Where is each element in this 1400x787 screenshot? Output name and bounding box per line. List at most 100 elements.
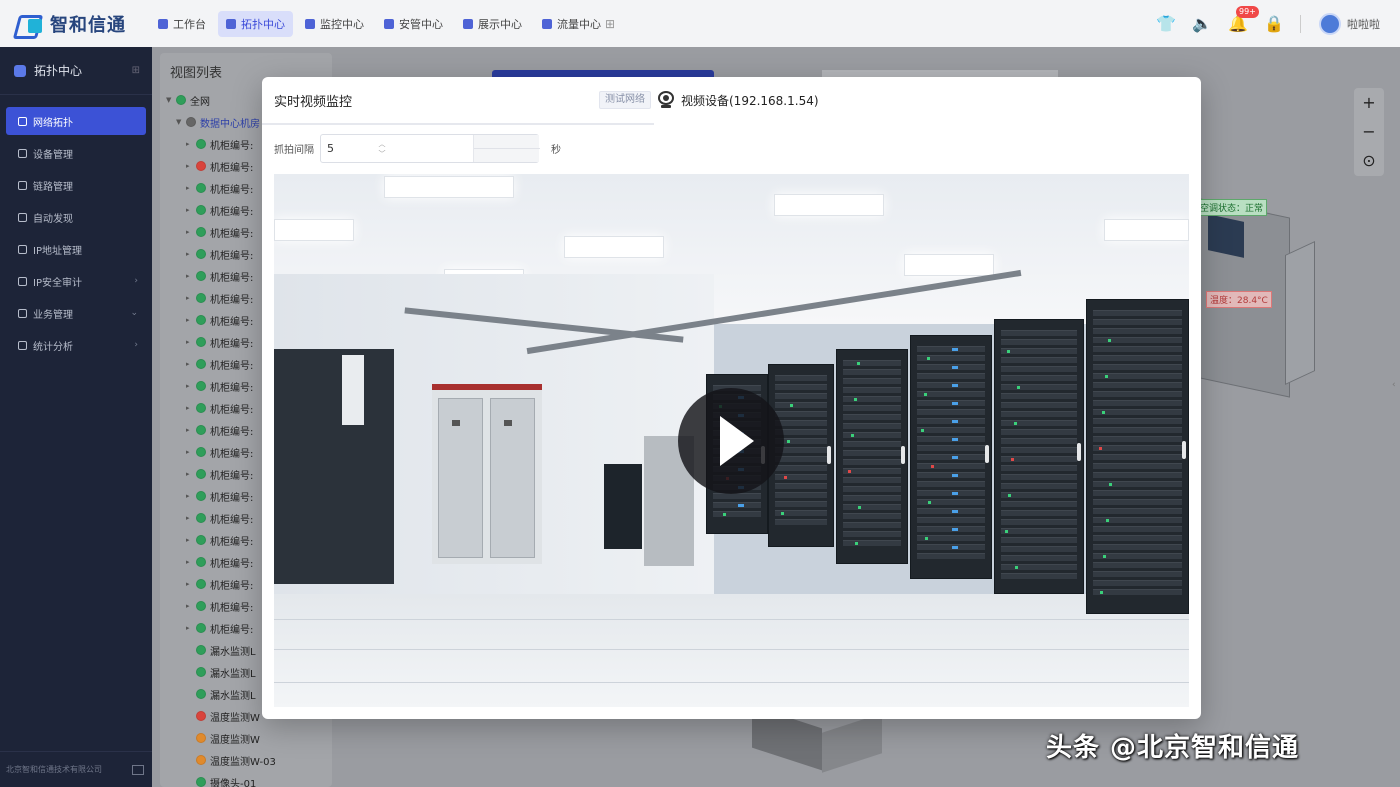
caret-right-icon[interactable]: ▸ xyxy=(186,602,196,610)
stepper-arrows[interactable]: ︿ ﹀ xyxy=(373,136,391,162)
status-dot xyxy=(196,271,206,281)
bell-icon[interactable]: 🔔 99+ xyxy=(1228,6,1259,33)
caret-right-icon[interactable]: ▸ xyxy=(186,272,196,280)
zoom-in-button[interactable]: + xyxy=(1362,88,1375,117)
caret-right-icon[interactable]: ▸ xyxy=(186,426,196,434)
sidebar-item-business[interactable]: 业务管理 ⌄ xyxy=(6,299,146,327)
nav-item-display[interactable]: 展示中心 xyxy=(455,11,530,37)
app-logo[interactable]: 智和信通 xyxy=(0,11,140,37)
caret-down-icon[interactable]: ▼ xyxy=(166,96,176,104)
video-player[interactable] xyxy=(274,174,1189,707)
interval-label: 抓拍间隔 xyxy=(274,145,314,156)
status-dot xyxy=(196,601,206,611)
collapse-icon[interactable]: ⊞ xyxy=(132,65,140,76)
tree-node-label: 机柜编号: xyxy=(210,514,254,526)
sidebar-item-device-management[interactable]: 设备管理 xyxy=(6,139,146,167)
nav-item-topology[interactable]: 拓扑中心 xyxy=(218,10,293,37)
zoom-out-button[interactable]: − xyxy=(1362,117,1375,146)
caret-right-icon[interactable]: ▸ xyxy=(186,184,196,192)
caret-right-icon[interactable]: ▸ xyxy=(186,514,196,522)
speaker-icon[interactable]: 🔈 xyxy=(1192,14,1212,33)
top-right-tools: 👕 🔈 🔔 99+ 🔒 啦啦啦 xyxy=(1156,0,1380,47)
nav-label: 安管中心 xyxy=(399,17,443,31)
caret-right-icon[interactable]: ▸ xyxy=(186,206,196,214)
play-button[interactable] xyxy=(678,388,784,494)
nav-item-traffic[interactable]: 流量中心 ⊞ xyxy=(534,11,623,37)
nav-item-monitor[interactable]: 监控中心 xyxy=(297,11,372,37)
sidebar-item-ip-audit[interactable]: IP安全审计 › xyxy=(6,267,146,295)
caret-down-icon[interactable]: ▼ xyxy=(176,118,186,126)
ceiling-light xyxy=(904,254,994,276)
menu-toggle-icon[interactable] xyxy=(132,764,144,775)
sidebar-menu: 网络拓扑 设备管理 链路管理 自动发现 IP地址管理 IP安全审计 › 业务管理 ⌄… xyxy=(0,95,152,359)
status-dot xyxy=(196,447,206,457)
interval-stepper[interactable]: ︿ ﹀ xyxy=(320,134,540,163)
tree-node-label: 机柜编号: xyxy=(210,228,254,240)
lock-icon[interactable]: 🔒 xyxy=(1264,14,1284,33)
caret-right-icon[interactable]: ▸ xyxy=(186,360,196,368)
status-dot xyxy=(196,359,206,369)
caret-right-icon[interactable]: ▸ xyxy=(186,294,196,302)
user-name[interactable]: 啦啦啦 xyxy=(1347,16,1380,32)
tree-node-sensor[interactable]: 摄像头-01 xyxy=(166,771,332,787)
increment-icon[interactable]: ︿ xyxy=(379,139,386,149)
divider xyxy=(1300,14,1301,33)
nav-item-security[interactable]: 安管中心 xyxy=(376,11,451,37)
caret-right-icon[interactable]: ▸ xyxy=(186,624,196,632)
status-dot xyxy=(196,755,206,765)
header-divider xyxy=(262,123,654,125)
caret-right-icon[interactable]: ▸ xyxy=(186,338,196,346)
sidebar-item-label: IP安全审计 xyxy=(33,277,82,289)
status-dot xyxy=(196,777,206,787)
tree-node-label: 漏水监测L xyxy=(210,668,256,680)
temperature-tag: 温度：28.4°C xyxy=(1206,291,1272,308)
rack-screen xyxy=(1208,214,1244,258)
apps-grid-icon[interactable]: ⊞ xyxy=(605,17,615,31)
caret-right-icon[interactable]: ▸ xyxy=(186,492,196,500)
caret-right-icon[interactable]: ▸ xyxy=(186,558,196,566)
decrement-icon[interactable]: ﹀ xyxy=(379,149,386,159)
caret-right-icon[interactable]: ▸ xyxy=(186,536,196,544)
nav-label: 工作台 xyxy=(173,17,206,31)
device-label: 视频设备(192.168.1.54) xyxy=(681,93,819,108)
caret-right-icon[interactable]: ▸ xyxy=(186,316,196,324)
nav-item-workbench[interactable]: 工作台 xyxy=(150,11,214,37)
tree-node-sensor[interactable]: 温度监测W-03 xyxy=(166,749,332,771)
interval-input[interactable] xyxy=(321,135,381,162)
sidebar-item-link-management[interactable]: 链路管理 xyxy=(6,171,146,199)
panel-expand-icon[interactable]: ‹ xyxy=(1392,380,1396,390)
caret-right-icon[interactable]: ▸ xyxy=(186,140,196,148)
sidebar-footer: 北京智和信通技术有限公司 xyxy=(0,751,152,787)
status-dot xyxy=(196,403,206,413)
caret-right-icon[interactable]: ▸ xyxy=(186,228,196,236)
link-icon xyxy=(18,180,27,190)
caret-right-icon[interactable]: ▸ xyxy=(186,162,196,170)
tree-node-label: 温度监测W xyxy=(210,734,260,746)
topology-icon xyxy=(226,18,236,29)
tree-node-label: 机柜编号: xyxy=(210,426,254,438)
tree-node-label: 机柜编号: xyxy=(210,602,254,614)
business-icon xyxy=(18,308,27,318)
caret-right-icon[interactable]: ▸ xyxy=(186,404,196,412)
sidebar-item-statistics[interactable]: 统计分析 › xyxy=(6,331,146,359)
avatar[interactable] xyxy=(1319,12,1341,35)
zoom-controls: + − ⊙ xyxy=(1354,88,1384,176)
status-dot xyxy=(196,425,206,435)
caret-right-icon[interactable]: ▸ xyxy=(186,580,196,588)
sidebar-item-label: 设备管理 xyxy=(33,149,73,161)
zoom-reset-button[interactable]: ⊙ xyxy=(1362,146,1375,175)
room-icon xyxy=(186,117,196,127)
caret-right-icon[interactable]: ▸ xyxy=(186,250,196,258)
status-dot xyxy=(196,667,206,677)
sidebar-item-network-topology[interactable]: 网络拓扑 xyxy=(6,107,146,135)
sidebar-item-ip-management[interactable]: IP地址管理 xyxy=(6,235,146,263)
sidebar-item-auto-discovery[interactable]: 自动发现 xyxy=(6,203,146,231)
tree-node-label: 机柜编号: xyxy=(210,448,254,460)
tree-node-label: 全网 xyxy=(190,96,210,108)
caret-right-icon[interactable]: ▸ xyxy=(186,470,196,478)
caret-right-icon[interactable]: ▸ xyxy=(186,448,196,456)
shirt-theme-icon[interactable]: 👕 xyxy=(1156,14,1176,33)
tree-node-sensor[interactable]: 温度监测W xyxy=(166,727,332,749)
tree-node-label: 机柜编号: xyxy=(210,162,254,174)
caret-right-icon[interactable]: ▸ xyxy=(186,382,196,390)
